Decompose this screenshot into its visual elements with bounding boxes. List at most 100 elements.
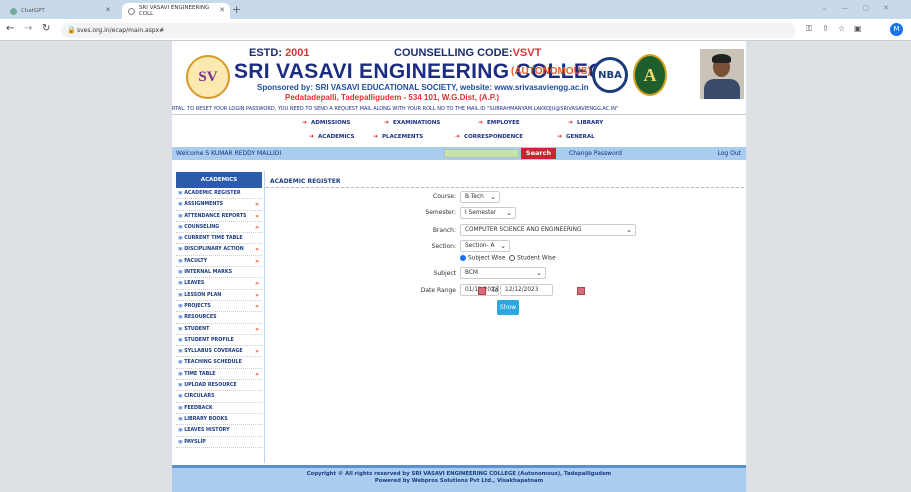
reload-icon[interactable]: ↻ (42, 23, 50, 34)
search-input[interactable] (444, 149, 519, 158)
close-icon[interactable]: ✕ (105, 6, 111, 14)
content-title: ACADEMIC REGISTER (270, 178, 341, 185)
new-tab-button[interactable]: + (232, 3, 241, 16)
sidebar-item[interactable]: ▣ DISCIPLINARY ACTION» (176, 244, 262, 256)
counselling-value: VSVT (512, 47, 542, 59)
sponsor-text: SRI VASAVI EDUCATIONAL SOCIETY, website:… (315, 83, 589, 92)
tab-chatgpt[interactable]: ChatGPT ✕ (4, 3, 116, 19)
sidebar-item[interactable]: ▣ STUDENT PROFILE (176, 335, 262, 347)
radio-subject-wise[interactable] (460, 255, 466, 261)
branch-value: COMPUTER SCIENCE AND ENGINEERING (465, 227, 582, 233)
chevron-down-icon: ⌄ (536, 269, 542, 277)
sidebar-item[interactable]: ▣ SYLLABUS COVERAGE» (176, 346, 262, 358)
course-select[interactable]: B.Tech ⌄ (460, 191, 500, 203)
close-icon[interactable]: ✕ (219, 6, 225, 14)
sidebar-item[interactable]: ▣ LEAVES» (176, 278, 262, 290)
sidebar-item[interactable]: ▣ UPLOAD RESOURCE (176, 380, 262, 392)
sidebar-item-label: LIBRARY BOOKS (184, 416, 228, 422)
sidebar-item-label: LEAVES HISTORY (184, 428, 230, 434)
window-controls[interactable]: ⌄—▢✕ (822, 4, 903, 12)
chevron-right-icon: » (255, 291, 259, 299)
sidebar-item[interactable]: ▣ LEAVES HISTORY (176, 425, 262, 437)
address-bar[interactable]: 🔒 sves.org.in/ecap/main.aspx# (61, 23, 796, 38)
menu-examinations[interactable]: EXAMINATIONS (384, 119, 440, 126)
sidebar-item-label: FEEDBACK (184, 405, 213, 411)
browser-toolbar: ← → ↻ 🔒 sves.org.in/ecap/main.aspx# ⚿ ⇪ … (0, 19, 911, 41)
sidebar-item[interactable]: ▣ CIRCULARS (176, 391, 262, 403)
tab-label: SRI VASAVI ENGINEERING COLL (138, 5, 210, 17)
key-icon[interactable]: ⚿ (806, 24, 812, 34)
menu-correspondence[interactable]: CORRESPONDENCE (455, 133, 523, 140)
sidebar-item[interactable]: ▣ TIME TABLE» (176, 369, 262, 381)
share-icon[interactable]: ⇪ (822, 24, 829, 33)
radio-subject-label: Subject Wise (468, 255, 506, 262)
tab-college[interactable]: SRI VASAVI ENGINEERING COLL ✕ (122, 3, 230, 19)
menu-admissions[interactable]: ADMISSIONS (302, 119, 350, 126)
sidebar-item-label: CURRENT TIME TABLE (184, 236, 243, 242)
menu-employee[interactable]: EMPLOYEE (478, 119, 520, 126)
sidebar-item[interactable]: ▣ FACULTY» (176, 256, 262, 268)
college-logo: SV (186, 55, 230, 99)
sidebar-item[interactable]: ▣ ACADEMIC REGISTER (176, 188, 262, 200)
show-button[interactable]: Show (497, 300, 519, 315)
date-to-label: To (491, 287, 498, 294)
sidebar-item-label: DISCIPLINARY ACTION (184, 247, 244, 253)
sidebar-item[interactable]: ▣ FEEDBACK (176, 403, 262, 414)
back-icon[interactable]: ← (6, 23, 14, 34)
sidebar-item[interactable]: ▣ ATTENDANCE REPORTS» (176, 211, 262, 222)
estd-year: 2001 (285, 47, 310, 59)
menu-library[interactable]: LIBRARY (568, 119, 603, 126)
sidebar-item-label: TEACHING SCHEDULE (184, 360, 242, 366)
semester-select[interactable]: I Semester ⌄ (460, 207, 516, 219)
menu-academics[interactable]: ACADEMICS (309, 133, 355, 140)
nba-logo: NBA (592, 57, 628, 93)
sidebar-item[interactable]: ▣ INTERNAL MARKS (176, 267, 262, 279)
menu-general[interactable]: GENERAL (557, 133, 595, 140)
sidebar-item[interactable]: ▣ LESSON PLAN» (176, 290, 262, 301)
sidepanel-icon[interactable]: ▣ (854, 24, 862, 33)
chevron-down-icon: ⌄ (490, 193, 496, 201)
sidebar-item[interactable]: ▣ RESOURCES (176, 312, 262, 324)
sidebar-item-label: CIRCULARS (184, 394, 215, 400)
sidebar-item[interactable]: ▣ LIBRARY BOOKS (176, 414, 262, 426)
forward-icon[interactable]: → (24, 23, 32, 34)
estd-text: ESTD: (249, 47, 282, 59)
section-label: Section: (431, 243, 456, 250)
sidebar-item[interactable]: ▣ TEACHING SCHEDULE (176, 357, 262, 369)
chevron-down-icon: ⌄ (500, 242, 506, 250)
change-password-link[interactable]: Change Password (569, 150, 622, 157)
search-button[interactable]: Search (521, 148, 556, 159)
notice-marquee: RTAL. TO RESET YOUR LOGIN PASSWORD, YOU … (172, 106, 746, 115)
date-to-input[interactable]: 12/12/2023 (500, 284, 553, 296)
estd-label: ESTD: 2001 (249, 47, 310, 59)
sidebar-item[interactable]: ▣ PAYSLIP (176, 437, 262, 448)
sidebar-item[interactable]: ▣ CURRENT TIME TABLE (176, 233, 262, 245)
sidebar-item-label: ACADEMIC REGISTER (184, 191, 241, 196)
globe-icon (128, 7, 135, 15)
logout-link[interactable]: Log Out (717, 150, 741, 157)
sidebar-item[interactable]: ▣ STUDENT» (176, 324, 262, 335)
sidebar-item[interactable]: ▣ PROJECTS» (176, 301, 262, 313)
calendar-icon[interactable] (577, 287, 585, 295)
radio-student-wise[interactable] (509, 255, 516, 261)
lock-icon: 🔒 (67, 26, 76, 34)
star-icon[interactable]: ☆ (838, 24, 845, 33)
sidebar-item-label: INTERNAL MARKS (184, 270, 233, 276)
calendar-icon[interactable] (478, 287, 486, 295)
sidebar-item[interactable]: ▣ ASSIGNMENTS» (176, 199, 262, 211)
section-select[interactable]: Section- A ⌄ (460, 240, 510, 252)
chevron-right-icon: » (255, 223, 259, 231)
profile-avatar[interactable]: M (890, 23, 903, 36)
sidebar-item-label: ASSIGNMENTS (184, 202, 224, 208)
sidebar-item[interactable]: ▣ COUNSELING» (176, 222, 262, 234)
counselling-code: COUNSELLING CODE:VSVT (394, 47, 541, 59)
subject-value: BCM (465, 270, 478, 276)
tab-label: ChatGPT (21, 8, 45, 14)
chatgpt-favicon-icon (10, 7, 17, 15)
branch-select[interactable]: COMPUTER SCIENCE AND ENGINEERING ⌄ (460, 224, 636, 236)
subject-select[interactable]: BCM ⌄ (460, 267, 546, 279)
sidebar: ACADEMICS ▣ ACADEMIC REGISTER ▣ ASSIGNMEN… (176, 172, 262, 448)
course-label: Course: (433, 193, 456, 200)
menu-placements[interactable]: PLACEMENTS (373, 133, 423, 140)
header-banner: SV ESTD: 2001 COUNSELLING CODE:VSVT SRI … (172, 41, 746, 103)
